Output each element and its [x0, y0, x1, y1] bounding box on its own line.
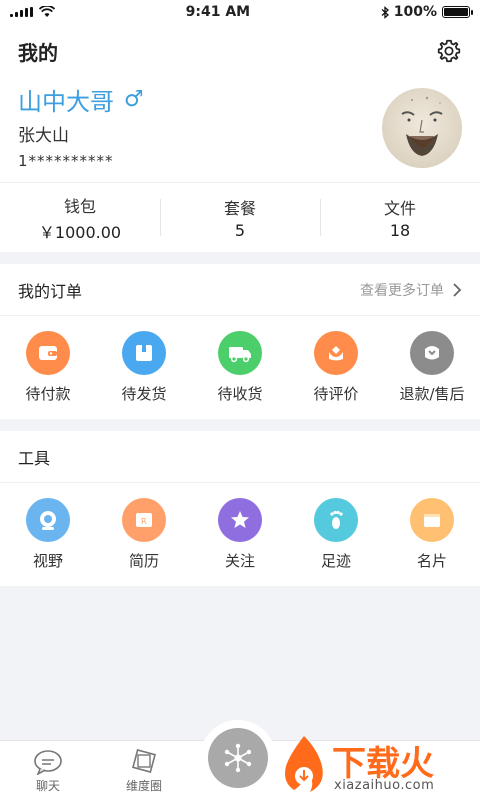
footprint-icon [314, 498, 358, 542]
nickname: 山中大哥 [18, 88, 114, 116]
header: 我的 [0, 24, 480, 78]
tool-label: 视野 [32, 552, 63, 570]
center-button-inner [208, 728, 268, 788]
stats-bar: 钱包 ￥1000.00 套餐 5 文件 18 [0, 182, 480, 252]
signal-icon [10, 7, 33, 17]
watermark: 下载火 xiazaihuo.com [274, 732, 474, 798]
tool-resume[interactable]: R 简历 [96, 498, 192, 571]
tool-label: 足迹 [320, 552, 351, 570]
status-right: 100% [381, 4, 473, 20]
center-action-button[interactable] [200, 720, 276, 796]
tools-row: 视野 R 简历 关注 足迹 名片 [0, 483, 480, 586]
view-more-label: 查看更多订单 [360, 282, 444, 299]
wallet-icon [26, 331, 70, 375]
battery-fill [443, 8, 468, 16]
tab-circle[interactable]: 维度圈 [96, 749, 192, 800]
male-icon: ♂ [124, 87, 144, 112]
order-label: 退款/售后 [399, 385, 465, 403]
profile-section[interactable]: 山中大哥 ♂ 张大山 1********** [0, 78, 480, 182]
order-pending-shipment[interactable]: 待发货 [96, 331, 192, 404]
avatar[interactable] [382, 88, 462, 168]
order-refund[interactable]: 退款/售后 [384, 331, 480, 404]
tab-label: 聊天 [35, 779, 60, 793]
tool-label: 名片 [416, 552, 447, 570]
orders-header: 我的订单 查看更多订单 [0, 264, 480, 316]
gear-icon[interactable] [436, 38, 462, 64]
stat-files[interactable]: 文件 18 [320, 195, 480, 240]
page-title: 我的 [18, 40, 58, 65]
stat-label: 套餐 [223, 199, 256, 218]
tools-card: 工具 视野 R 简历 关注 足迹 名片 [0, 431, 480, 586]
status-bar: 9:41 AM 100% [0, 0, 480, 24]
view-more-orders-link[interactable]: 查看更多订单 [360, 280, 462, 300]
order-pending-receipt[interactable]: 待收货 [192, 331, 288, 404]
order-label: 待收货 [217, 385, 263, 403]
tool-label: 关注 [224, 552, 255, 570]
svg-text:R: R [141, 517, 147, 526]
orders-card: 我的订单 查看更多订单 待付款 待发货 待收货 待评价 退款/售后 [0, 264, 480, 419]
tab-label: 维度圈 [125, 779, 162, 793]
chat-icon [34, 750, 62, 775]
avatar-face-icon [401, 96, 443, 156]
box-icon [122, 331, 166, 375]
flower-icon [314, 331, 358, 375]
tools-header: 工具 [0, 431, 480, 483]
status-left [10, 6, 55, 18]
order-label: 待付款 [25, 385, 71, 403]
flame-logo-icon [285, 736, 323, 792]
tool-card[interactable]: 名片 [384, 498, 480, 571]
stat-wallet[interactable]: 钱包 ￥1000.00 [0, 193, 160, 243]
bluetooth-icon [381, 5, 389, 19]
battery-icon [441, 6, 473, 18]
battery-percent: 100% [393, 4, 437, 20]
service-icon [410, 331, 454, 375]
card-icon [410, 498, 454, 542]
order-label: 待发货 [121, 385, 167, 403]
star-icon [218, 498, 262, 542]
wifi-icon [39, 6, 55, 17]
tool-vision[interactable]: 视野 [0, 498, 96, 571]
network-icon [224, 743, 252, 773]
order-pending-review[interactable]: 待评价 [288, 331, 384, 404]
camera-icon [26, 498, 70, 542]
orders-row: 待付款 待发货 待收货 待评价 退款/售后 [0, 316, 480, 419]
order-label: 待评价 [313, 385, 359, 403]
truck-icon [218, 331, 262, 375]
stat-package[interactable]: 套餐 5 [160, 195, 320, 240]
stat-value: ￥1000.00 [38, 222, 122, 242]
tools-title: 工具 [18, 448, 51, 468]
tab-chat[interactable]: 聊天 [0, 749, 96, 800]
tool-follow[interactable]: 关注 [192, 498, 288, 571]
resume-icon: R [122, 498, 166, 542]
circle-icon [131, 749, 157, 774]
status-time: 9:41 AM [185, 4, 251, 20]
orders-title: 我的订单 [18, 281, 83, 301]
stat-value: 18 [389, 221, 411, 240]
stat-value: 5 [234, 221, 246, 240]
order-pending-payment[interactable]: 待付款 [0, 331, 96, 404]
tab-bar: 聊天 维度圈 下载火 xiazaihuo.com [0, 720, 480, 800]
tool-label: 简历 [128, 552, 159, 570]
watermark-url: xiazaihuo.com [334, 778, 435, 793]
stat-label: 文件 [383, 199, 416, 218]
tool-footprint[interactable]: 足迹 [288, 498, 384, 571]
stat-label: 钱包 [63, 196, 96, 216]
chevron-right-icon [453, 282, 462, 297]
